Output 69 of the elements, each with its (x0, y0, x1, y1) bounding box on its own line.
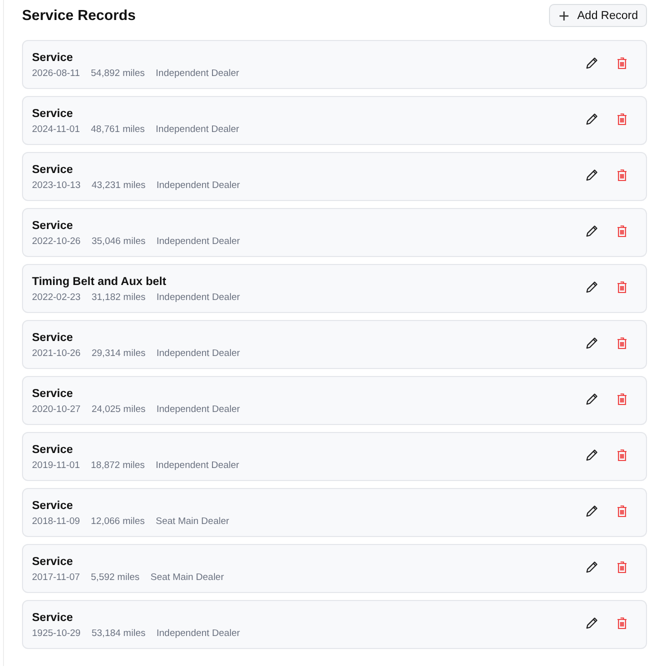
pencil-icon (586, 616, 598, 628)
trash-icon (617, 504, 627, 516)
record-dealer: Independent Dealer (156, 348, 240, 360)
record-mileage: 24,025 miles (92, 404, 146, 416)
record-title: Service (32, 610, 74, 624)
record-title: Service (32, 162, 74, 176)
trash-icon (617, 616, 627, 628)
pencil-icon (586, 168, 598, 180)
record-mileage: 5,592 miles (90, 572, 140, 584)
pencil-icon (586, 224, 598, 236)
record-date: 2022-02-23 (32, 292, 81, 304)
record-mileage: 54,892 miles (90, 68, 145, 80)
pencil-icon (586, 336, 598, 348)
record-title: Service (32, 50, 74, 64)
record-title: Timing Belt and Aux belt (32, 274, 168, 288)
record-mileage: 12,066 miles (90, 516, 145, 528)
record-title: Service (32, 386, 74, 400)
pencil-icon (586, 56, 598, 68)
record-dealer: Independent Dealer (156, 628, 240, 640)
record-title: Service (32, 554, 74, 568)
record-dealer: Seat Main Dealer (156, 516, 230, 528)
record-mileage: 18,872 miles (90, 460, 145, 472)
record-mileage: 35,046 miles (92, 236, 146, 248)
record-date: 2024-11-01 (32, 124, 80, 136)
record-dealer: Independent Dealer (156, 124, 240, 136)
trash-icon (617, 392, 627, 404)
record-dealer: Seat Main Dealer (150, 572, 224, 584)
pencil-icon (586, 392, 598, 404)
record-title: Service (32, 218, 74, 232)
record-dealer: Independent Dealer (156, 460, 240, 472)
pencil-icon (586, 504, 598, 516)
record-date: 2017-11-07 (32, 572, 80, 584)
pencil-icon (586, 112, 598, 124)
record-dealer: Independent Dealer (156, 404, 240, 416)
trash-icon (617, 112, 627, 124)
trash-icon (617, 336, 627, 348)
plus-icon (559, 10, 570, 20)
record-dealer: Independent Dealer (156, 236, 240, 248)
trash-icon (617, 560, 627, 572)
record-date: 2020-10-27 (32, 404, 81, 416)
record-mileage: 53,184 miles (92, 628, 146, 640)
record-mileage: 31,182 miles (92, 292, 146, 304)
trash-icon (617, 56, 627, 68)
record-date: 2018-11-09 (32, 516, 80, 528)
add-record-button[interactable]: Add Record (549, 4, 647, 27)
record-dealer: Independent Dealer (156, 180, 240, 192)
record-title: Service (32, 498, 74, 512)
record-title: Service (32, 106, 74, 120)
record-date: 2026-08-11 (32, 68, 80, 80)
record-mileage: 48,761 miles (90, 124, 145, 136)
section-title: Service Records (22, 8, 136, 24)
trash-icon (617, 448, 627, 460)
pencil-icon (586, 560, 598, 572)
pencil-icon (586, 448, 598, 460)
record-mileage: 29,314 miles (92, 348, 146, 360)
record-date: 2021-10-26 (32, 348, 81, 360)
record-title: Service (32, 442, 74, 456)
record-date: 2023-10-13 (32, 180, 81, 192)
record-dealer: Independent Dealer (156, 68, 240, 80)
record-title: Service (32, 330, 74, 344)
record-date: 2019-11-01 (32, 460, 80, 472)
record-mileage: 43,231 miles (92, 180, 146, 192)
trash-icon (617, 168, 627, 180)
record-date: 2022-10-26 (32, 236, 81, 248)
record-date: 1925-10-29 (32, 628, 81, 640)
trash-icon (617, 280, 627, 292)
pencil-icon (586, 280, 598, 292)
record-dealer: Independent Dealer (156, 292, 240, 304)
trash-icon (617, 224, 627, 236)
